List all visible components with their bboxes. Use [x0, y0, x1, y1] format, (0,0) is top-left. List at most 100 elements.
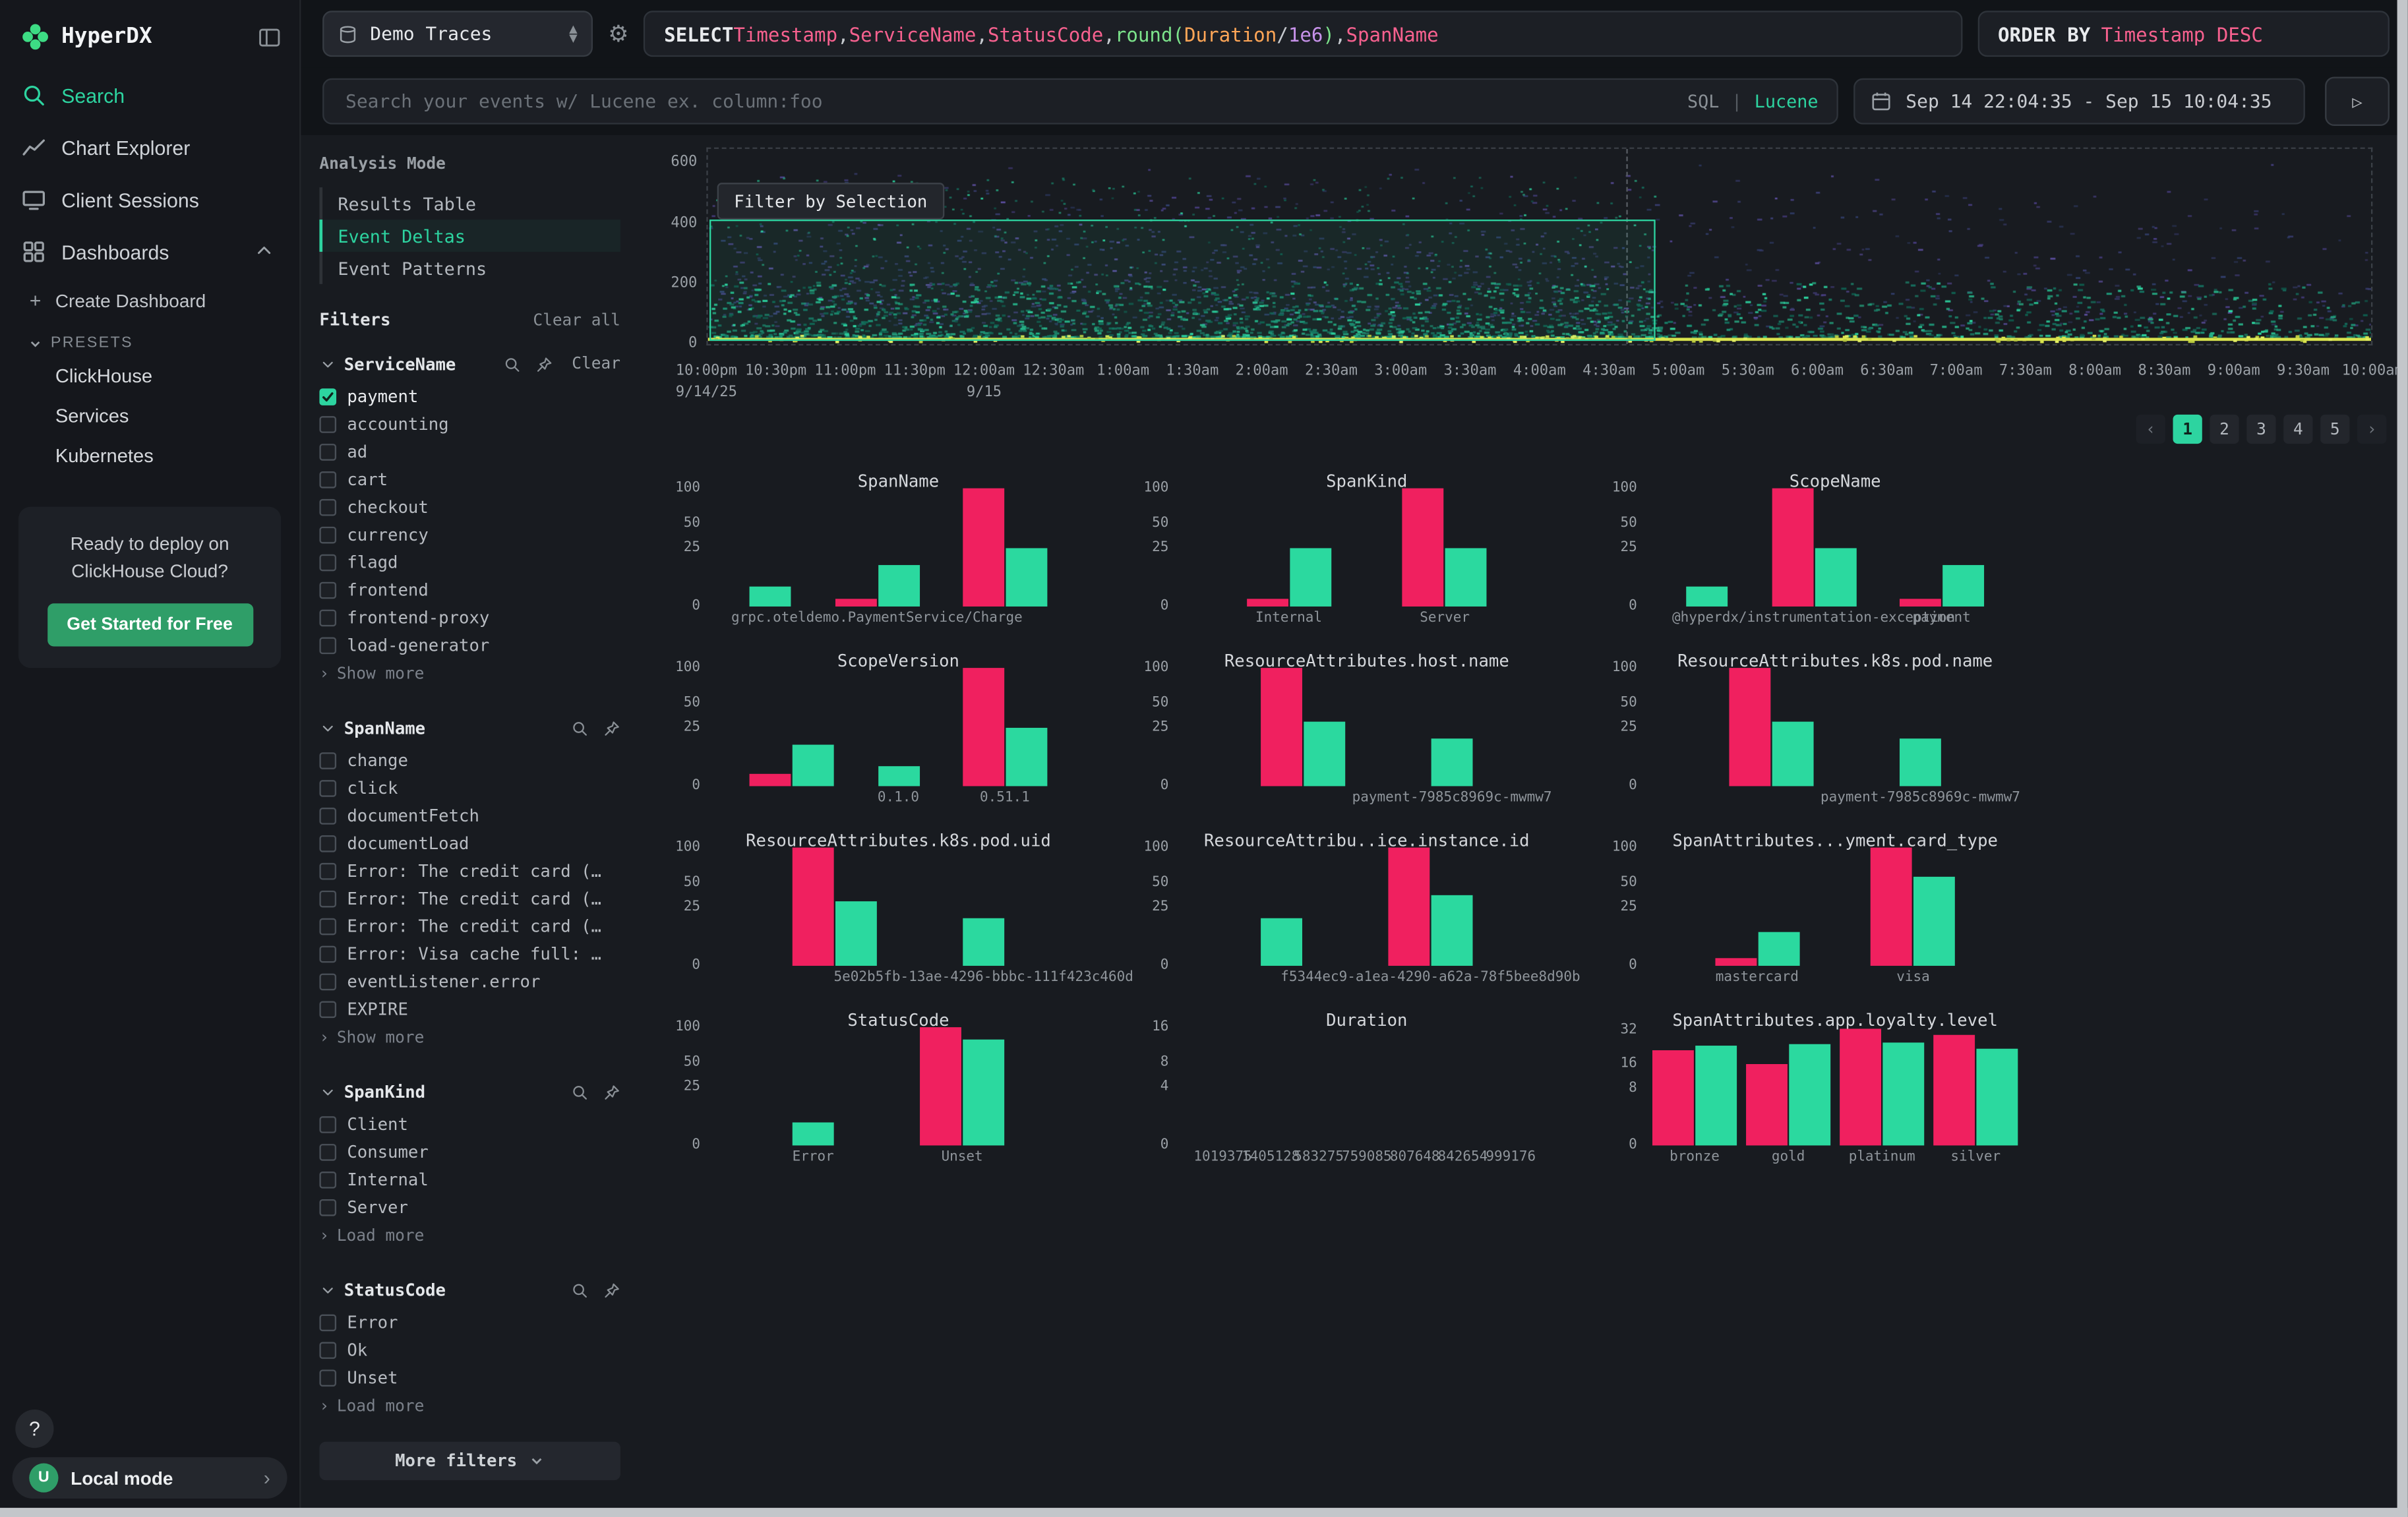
filter-option-Error_The_credit_card_[interactable]: Error: The credit card (… [319, 912, 620, 939]
bar-pink[interactable] [1871, 848, 1912, 966]
checkbox[interactable] [319, 1369, 336, 1386]
filter-option-EXPIRE[interactable]: EXPIRE [319, 995, 620, 1023]
filter-option-currency[interactable]: currency [319, 521, 620, 549]
pagination-page-3[interactable]: 3 [2246, 415, 2275, 444]
preset-clickhouse[interactable]: ClickHouse [0, 356, 299, 396]
sidebar-item-search[interactable]: Search [0, 69, 299, 121]
bar-green[interactable] [1290, 547, 1331, 607]
sql-select-editor[interactable]: SELECT Timestamp, ServiceName, StatusCod… [644, 11, 1963, 57]
pagination-page-1[interactable]: 1 [2173, 415, 2202, 444]
filter-option-frontend[interactable]: frontend [319, 576, 620, 603]
bar-pink[interactable] [1900, 598, 1941, 607]
analysis-mode-event-patterns[interactable]: Event Patterns [319, 252, 620, 284]
sidebar-item-chart-explorer[interactable]: Chart Explorer [0, 121, 299, 173]
more-filters-button[interactable]: More filters [319, 1442, 620, 1480]
filter-option-payment[interactable]: payment [319, 382, 620, 410]
filter-option-Error[interactable]: Error [319, 1308, 620, 1336]
filter-group-header[interactable]: ServiceNameClear [319, 345, 620, 382]
bar-green[interactable] [1914, 877, 1956, 966]
bar-green[interactable] [750, 586, 791, 607]
presets-header[interactable]: PRESETS [0, 322, 299, 356]
pin-icon[interactable] [603, 719, 620, 736]
bar-pink[interactable] [1388, 848, 1430, 966]
filter-option-Error_The_credit_card_[interactable]: Error: The credit card (… [319, 857, 620, 885]
bar-green[interactable] [963, 918, 1004, 966]
bar-green[interactable] [1976, 1048, 2018, 1145]
bar-green[interactable] [1882, 1042, 1924, 1146]
clear-all-filters-button[interactable]: Clear all [533, 311, 620, 330]
checkbox[interactable] [319, 415, 336, 432]
filter-option-checkout[interactable]: checkout [319, 493, 620, 521]
checkbox[interactable] [319, 1341, 336, 1358]
pagination-next[interactable]: › [2357, 415, 2386, 444]
bar-green[interactable] [1304, 721, 1345, 786]
bar-green[interactable] [963, 1039, 1004, 1145]
bar-pink[interactable] [835, 598, 876, 607]
filter-show-more[interactable]: ›Show more [319, 1023, 620, 1052]
bar-green[interactable] [1772, 721, 1814, 786]
pagination-page-4[interactable]: 4 [2283, 415, 2312, 444]
filter-option-accounting[interactable]: accounting [319, 410, 620, 438]
filter-group-header[interactable]: SpanKind [319, 1073, 620, 1110]
bar-green[interactable] [1261, 918, 1302, 966]
bar-pink[interactable] [1772, 489, 1813, 607]
bar-green[interactable] [1758, 932, 1799, 966]
checkbox[interactable] [319, 443, 336, 460]
filter-search-icon[interactable] [504, 355, 522, 372]
bar-green[interactable] [1942, 566, 1984, 607]
filter-option-Client[interactable]: Client [319, 1110, 620, 1138]
filter-by-selection-button[interactable]: Filter by Selection [717, 183, 944, 220]
bar-pink[interactable] [963, 489, 1004, 607]
help-button[interactable]: ? [15, 1410, 53, 1448]
checkbox[interactable] [319, 972, 336, 990]
filter-option-eventListener_error[interactable]: eventListener.error [319, 967, 620, 995]
checkbox[interactable] [319, 471, 336, 488]
bar-green[interactable] [1789, 1044, 1830, 1146]
lucene-mode-toggle[interactable]: Lucene [1755, 90, 1819, 112]
scrollbar-horizontal[interactable] [0, 1508, 2408, 1517]
filter-option-click[interactable]: click [319, 774, 620, 802]
checkbox[interactable] [319, 609, 336, 626]
filter-option-Unset[interactable]: Unset [319, 1363, 620, 1391]
bar-pink[interactable] [1246, 598, 1288, 607]
bar-green[interactable] [1006, 727, 1047, 787]
gear-icon[interactable]: ⚙ [608, 20, 628, 47]
checkbox[interactable] [319, 1313, 336, 1330]
bar-green[interactable] [1687, 586, 1728, 607]
filter-search-icon[interactable] [571, 1282, 588, 1299]
bar-pink[interactable] [1402, 489, 1444, 607]
filter-option-cart[interactable]: cart [319, 465, 620, 493]
preset-services[interactable]: Services [0, 396, 299, 436]
filter-option-Server[interactable]: Server [319, 1193, 620, 1221]
pagination-page-2[interactable]: 2 [2210, 415, 2239, 444]
checkbox[interactable] [319, 1143, 336, 1160]
checkbox[interactable] [319, 1171, 336, 1188]
bar-pink[interactable] [963, 668, 1004, 786]
run-query-button[interactable]: ▷ [2325, 76, 2390, 126]
get-started-button[interactable]: Get Started for Free [47, 603, 253, 646]
checkbox[interactable] [319, 581, 336, 599]
bar-pink[interactable] [1715, 957, 1757, 966]
bar-pink[interactable] [1261, 668, 1302, 786]
time-range-picker[interactable]: Sep 14 22:04:35 - Sep 15 10:04:35 [1853, 78, 2305, 125]
filter-search-icon[interactable] [571, 1083, 588, 1100]
bar-green[interactable] [1431, 895, 1473, 966]
checkbox[interactable] [319, 1000, 336, 1017]
filter-option-flagd[interactable]: flagd [319, 548, 620, 576]
bar-green[interactable] [1445, 547, 1487, 607]
bar-pink[interactable] [1933, 1034, 1975, 1145]
bar-pink[interactable] [920, 1027, 961, 1145]
filter-option-Ok[interactable]: Ok [319, 1336, 620, 1363]
filter-option-Error_The_credit_card_[interactable]: Error: The credit card (… [319, 885, 620, 912]
pin-icon[interactable] [537, 355, 554, 372]
filter-option-change[interactable]: change [319, 746, 620, 774]
bar-green[interactable] [1900, 739, 1941, 787]
source-select[interactable]: Demo Traces ▲▼ [322, 11, 593, 57]
checkbox[interactable] [319, 862, 336, 879]
pin-icon[interactable] [603, 1083, 620, 1100]
checkbox[interactable] [319, 498, 336, 516]
bar-green[interactable] [793, 745, 834, 786]
filter-option-documentFetch[interactable]: documentFetch [319, 802, 620, 829]
bar-pink[interactable] [793, 848, 834, 966]
selection-region[interactable] [709, 220, 1656, 341]
